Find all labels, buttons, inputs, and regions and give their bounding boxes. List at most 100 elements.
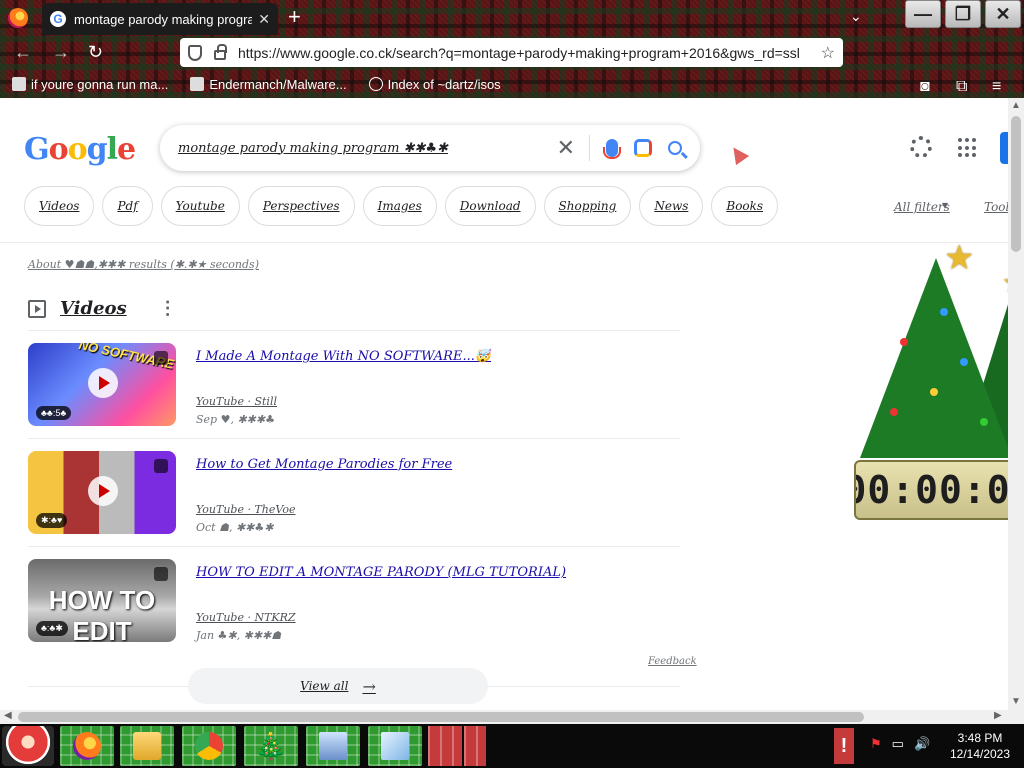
horizontal-scrollbar[interactable]: ◀ ▶ [0, 710, 1008, 724]
chip-books[interactable]: Books [711, 186, 779, 226]
scroll-down-icon[interactable]: ▼ [1011, 696, 1021, 707]
logo-letter: g [86, 132, 108, 167]
scroll-left-icon[interactable]: ◀ [4, 710, 12, 721]
scroll-right-icon[interactable]: ▶ [994, 710, 1002, 721]
search-filter-chips: Videos Pdf Youtube Perspectives Images D… [24, 186, 779, 226]
scrollbar-thumb[interactable] [18, 712, 864, 722]
taskbar-clock[interactable]: 3:48 PM 12/14/2023 [944, 730, 1016, 762]
ornament-icon [960, 358, 968, 366]
sign-in-button[interactable] [1000, 132, 1008, 164]
divider [28, 330, 680, 331]
video-duration: ♣:♣✱ [36, 621, 68, 636]
video-result[interactable]: NO SOFTWARE ♣♣:5♣ I Made A Montage With … [28, 343, 680, 427]
scroll-up-icon[interactable]: ▲ [1011, 100, 1021, 111]
show-desktop-alert-icon[interactable]: ! [834, 728, 854, 764]
logo-letter: G [24, 132, 50, 167]
video-thumbnail[interactable]: HOW TO EDIT ♣:♣✱ [28, 559, 176, 642]
play-button-icon[interactable] [88, 368, 118, 398]
list-tabs-chevron-icon[interactable]: ⌄ [850, 8, 862, 25]
video-title-link[interactable]: How to Get Montage Parodies for Free [196, 457, 452, 472]
video-date: Jan ♣✱, ✱✱✱☗ [196, 629, 282, 642]
action-center-flag-icon[interactable]: ⚑ [870, 736, 882, 752]
url-text[interactable]: https://www.google.co.ck/search?q=montag… [238, 45, 815, 61]
globe-icon [368, 77, 383, 91]
settings-gear-icon[interactable] [910, 136, 932, 158]
view-all-label: View all [300, 679, 349, 693]
video-play-icon [28, 299, 46, 318]
lock-icon[interactable] [214, 43, 227, 60]
video-title-link[interactable]: HOW TO EDIT A MONTAGE PARODY (MLG TUTORI… [196, 565, 566, 580]
christmas-tree-widget: ★ ★ [840, 238, 1008, 478]
tools-button[interactable]: Tools [984, 200, 1008, 214]
more-options-icon[interactable]: ⋮ [159, 298, 177, 319]
minimize-button[interactable]: — [905, 0, 941, 28]
close-tab-icon[interactable]: ✕ [258, 11, 270, 28]
taskbar-chrome[interactable] [182, 726, 236, 766]
search-box[interactable]: montage parody making program ✱✱♣✱ ✕ [160, 125, 700, 171]
bookmark-star-icon[interactable]: ☆ [821, 43, 835, 63]
start-button-santa-icon[interactable] [2, 726, 54, 766]
back-arrow-icon[interactable]: ← [14, 42, 32, 63]
chip-pdf[interactable]: Pdf [102, 186, 153, 226]
tracking-shield-icon[interactable] [188, 44, 202, 61]
new-tab-button[interactable]: + [288, 6, 301, 28]
voice-search-icon[interactable] [603, 139, 621, 159]
restore-button[interactable]: ❐ [945, 0, 981, 28]
result-stats: About ♥☗☗,✱✱✱ results (✱.✱★ seconds) [28, 258, 259, 271]
taskbar-item[interactable] [428, 726, 462, 766]
scrollbar-corner [1008, 710, 1024, 724]
video-title-link[interactable]: I Made A Montage With NO SOFTWARE...🤯 [196, 349, 491, 364]
google-logo[interactable]: Google [24, 132, 136, 167]
logo-letter: o [48, 132, 69, 167]
reload-icon[interactable]: ↻ [88, 42, 103, 63]
video-source: YouTube · Still [196, 395, 277, 408]
caret-down-icon[interactable]: ▾ [942, 198, 948, 212]
taskbar-notepad[interactable] [368, 726, 422, 766]
close-window-button[interactable]: ✕ [985, 0, 1021, 28]
thumbnail-badge-icon [154, 459, 168, 473]
scrollbar-thumb[interactable] [1011, 116, 1021, 252]
volume-icon[interactable]: 🔊 [914, 736, 930, 752]
google-lens-icon[interactable] [634, 139, 652, 157]
taskbar-computer[interactable] [306, 726, 360, 766]
chip-news[interactable]: News [639, 186, 704, 226]
vertical-scrollbar[interactable]: ▲ ▼ [1008, 98, 1024, 710]
chip-perspectives[interactable]: Perspectives [247, 186, 355, 226]
chip-videos[interactable]: Videos [24, 186, 95, 226]
play-button-icon[interactable] [88, 476, 118, 506]
forward-arrow-icon[interactable]: → [52, 42, 70, 63]
video-result[interactable]: ✱:♣♥ How to Get Montage Parodies for Fre… [28, 451, 680, 535]
browser-tab[interactable]: G montage parody making program ✕ [42, 3, 278, 35]
url-bar[interactable]: https://www.google.co.ck/search?q=montag… [180, 38, 843, 67]
firefox-menu-icon[interactable] [8, 8, 28, 28]
video-thumbnail[interactable]: NO SOFTWARE ♣♣:5♣ [28, 343, 176, 426]
chip-images[interactable]: Images [362, 186, 437, 226]
network-icon[interactable]: ▭ [892, 736, 904, 752]
bookmark-item[interactable]: Index of ~dartz/isos [368, 77, 501, 92]
taskbar-item[interactable] [464, 726, 486, 766]
chrome-icon [195, 732, 223, 760]
chip-download[interactable]: Download [444, 186, 536, 226]
search-icon[interactable] [668, 141, 682, 155]
folder-icon [133, 732, 161, 760]
google-apps-icon[interactable] [958, 138, 978, 158]
browser-chrome: G montage parody making program ✕ + ⌄ — … [0, 0, 1024, 98]
clock-date: 12/14/2023 [949, 747, 1011, 761]
taskbar-firefox[interactable] [60, 726, 114, 766]
chip-youtube[interactable]: Youtube [160, 186, 240, 226]
bookmark-item[interactable]: Endermanch/Malware... [190, 77, 347, 92]
clear-search-icon[interactable]: ✕ [543, 135, 590, 161]
bookmark-item[interactable]: if youre gonna run ma... [12, 77, 168, 92]
view-all-button[interactable]: View all → [188, 668, 488, 704]
chip-shopping[interactable]: Shopping [543, 186, 632, 226]
video-result[interactable]: HOW TO EDIT ♣:♣✱ HOW TO EDIT A MONTAGE P… [28, 559, 680, 643]
video-thumbnail[interactable]: ✱:♣♥ [28, 451, 176, 534]
github-icon [190, 77, 205, 91]
clock-time: 3:48 PM [957, 731, 1003, 745]
search-input[interactable]: montage parody making program ✱✱♣✱ [178, 141, 543, 156]
taskbar-file-explorer[interactable] [120, 726, 174, 766]
taskbar-christmas-tree[interactable]: 🎄 [244, 726, 298, 766]
feedback-link[interactable]: Feedback [648, 656, 697, 667]
google-results-page: Google montage parody making program ✱✱♣… [0, 98, 1008, 710]
ornament-icon [940, 308, 948, 316]
